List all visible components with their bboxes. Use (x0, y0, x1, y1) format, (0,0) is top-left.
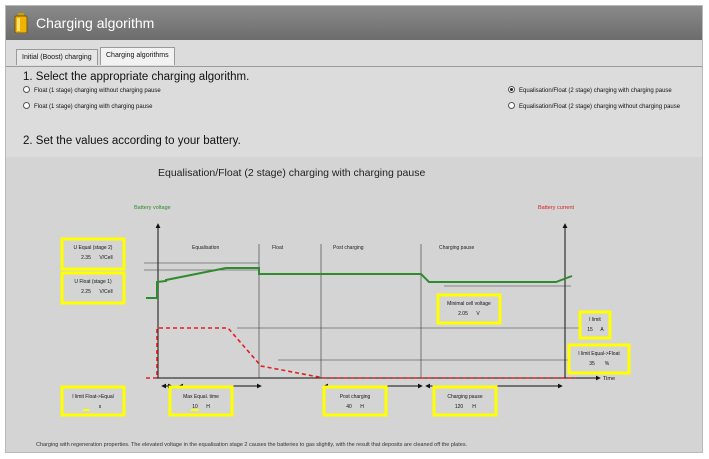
phase-float-label: Float (272, 245, 284, 251)
battery-current-label: Battery current (538, 205, 575, 211)
param-charging-pause[interactable]: Charging pause 120 H (432, 385, 498, 417)
svg-text:Max Equal. time: Max Equal. time (183, 394, 219, 400)
svg-text:%: % (605, 361, 610, 367)
phase-dividers (258, 244, 422, 378)
time-label: Time (603, 376, 615, 382)
phase-post-charging-label: Post charging (333, 245, 364, 251)
highlight-box (436, 293, 502, 325)
diagram-title: Equalisation/Float (2 stage) charging wi… (158, 167, 425, 179)
highlight-box (432, 385, 498, 417)
footnote: Charging with regeneration properties. T… (36, 442, 468, 448)
highlight-box (567, 343, 631, 375)
svg-text:I limit Equal->Float: I limit Equal->Float (578, 351, 620, 357)
post-charging-input[interactable]: 40 (346, 404, 352, 410)
param-post-charging[interactable]: Post charging 40 H (322, 385, 388, 417)
value-highlight (83, 409, 90, 411)
value-highlight (191, 409, 199, 411)
phase-equalisation-label: Equalisation (192, 245, 219, 251)
param-i-limit[interactable]: I limit 15 A (578, 310, 612, 340)
svg-text:U Equal (stage 2): U Equal (stage 2) (74, 245, 113, 251)
highlight-box (578, 310, 612, 340)
battery-voltage-label: Battery voltage (134, 205, 171, 211)
param-minimal-cell-voltage[interactable]: Minimal cell voltage 2.05 V (436, 293, 502, 325)
phase-charging-pause-label: Charging pause (439, 245, 475, 251)
highlight-box (60, 271, 126, 305)
param-i-limit-float-equal[interactable]: I limit Float->Equal s (60, 385, 126, 417)
charging-algorithm-window: Charging algorithm Initial (Boost) charg… (5, 5, 703, 453)
highlight-box (60, 237, 126, 271)
u-float-input[interactable]: 2.25 (81, 289, 91, 295)
charging-diagram: Equalisation/Float (2 stage) charging wi… (60, 167, 631, 417)
svg-text:Minimal cell voltage: Minimal cell voltage (447, 301, 491, 307)
svg-text:H: H (360, 404, 364, 410)
voltage-curve (146, 267, 573, 299)
svg-text:I limit Float->Equal: I limit Float->Equal (72, 394, 114, 400)
svg-text:I limit: I limit (589, 317, 601, 323)
svg-text:V/Cell: V/Cell (99, 289, 112, 295)
u-equal-input[interactable]: 2.35 (81, 255, 91, 261)
min-cell-voltage-input[interactable]: 2.05 (458, 311, 468, 317)
current-curve (146, 327, 576, 379)
param-u-equal[interactable]: U Equal (stage 2) 2.35 V/Cell (60, 237, 126, 271)
i-limit-input[interactable]: 15 (587, 327, 593, 333)
param-i-limit-equal-float[interactable]: I limit Equal->Float 35 % (567, 343, 631, 375)
svg-text:V/Cell: V/Cell (99, 255, 112, 261)
svg-text:U Float (stage 1): U Float (stage 1) (74, 279, 112, 285)
highlight-box (322, 385, 388, 417)
svg-text:H: H (206, 404, 210, 410)
highlight-box (168, 385, 234, 417)
highlight-box (60, 385, 126, 417)
svg-text:H: H (472, 404, 476, 410)
svg-text:Post charging: Post charging (340, 394, 371, 400)
svg-text:Charging pause: Charging pause (447, 394, 483, 400)
reference-lines (144, 262, 581, 361)
charging-pause-input[interactable]: 120 (455, 404, 464, 410)
param-max-equal-time[interactable]: Max Equal. time 10 H (168, 385, 234, 417)
i-limit-equal-float-input[interactable]: 35 (589, 361, 595, 367)
param-u-float[interactable]: U Float (stage 1) 2.25 V/Cell (60, 271, 126, 305)
